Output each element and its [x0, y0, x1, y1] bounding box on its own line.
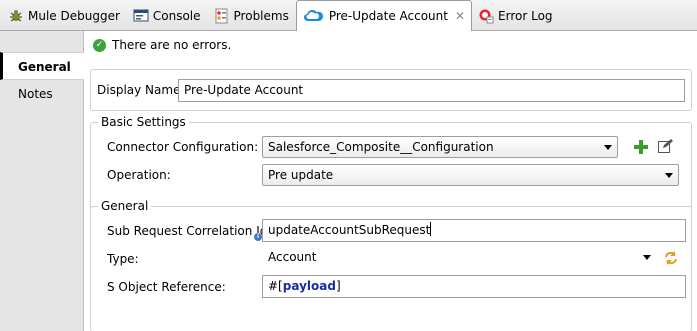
edit-icon[interactable] [657, 138, 673, 154]
section-nav: General Notes [0, 31, 84, 331]
connector-configuration-label: Connector Configuration: [107, 140, 259, 154]
tab-mule-debugger[interactable]: Mule Debugger [2, 1, 127, 31]
basic-settings-title: Basic Settings [98, 115, 189, 129]
chevron-down-icon [604, 145, 612, 150]
general-title: General [98, 199, 152, 213]
connector-configuration-select[interactable]: Salesforce_Composite__Configuration [262, 136, 618, 158]
info-icon: i [254, 233, 262, 241]
expression-suffix: ] [335, 279, 341, 293]
expression-prefix: #[ [268, 279, 283, 293]
console-icon [133, 8, 149, 24]
chevron-down-icon [643, 255, 651, 260]
tab-label: Pre-Update Account [328, 9, 448, 23]
refresh-icon[interactable] [663, 250, 679, 266]
type-label: Type: [107, 252, 139, 266]
type-value: Account [268, 250, 317, 264]
salesforce-cloud-icon [303, 8, 325, 24]
expression-keyword: payload [282, 279, 336, 293]
close-icon[interactable]: ✕ [455, 9, 465, 23]
properties-content: ✓ There are no errors. Display Name: Pre… [85, 31, 697, 331]
operation-select[interactable]: Pre update [262, 164, 679, 186]
sub-request-correlation-id-label: Sub Request Correlation Id: [107, 224, 272, 238]
s-object-reference-input[interactable]: #[payload] [262, 275, 686, 298]
add-icon[interactable] [633, 139, 649, 155]
tab-label: Console [152, 9, 201, 23]
type-select[interactable]: Account [262, 246, 656, 269]
properties-panel: General Notes ✓ There are no errors. Dis… [0, 31, 697, 331]
tab-problems[interactable]: Problems [208, 1, 296, 31]
sub-request-correlation-id-value: updateAccountSubRequest [268, 223, 431, 237]
text-cursor [430, 222, 432, 236]
display-name-input[interactable]: Pre-Update Account [178, 79, 685, 102]
tab-console[interactable]: Console [127, 1, 208, 31]
error-log-icon [478, 8, 494, 24]
check-circle-icon: ✓ [93, 38, 106, 52]
s-object-reference-label: S Object Reference: [107, 280, 226, 294]
tab-label: Mule Debugger [28, 9, 120, 23]
operation-value: Pre update [268, 168, 334, 182]
tab-error-log[interactable]: Error Log [472, 1, 560, 31]
status-text: There are no errors. [112, 38, 232, 52]
editor-tab-bar: Mule Debugger Console Problems Pre-Updat… [0, 0, 697, 31]
display-name-section: Display Name: Pre-Update Account [90, 69, 692, 111]
tab-pre-update-account[interactable]: Pre-Update Account ✕ [295, 0, 473, 31]
connector-configuration-value: Salesforce_Composite__Configuration [268, 140, 494, 154]
display-name-label: Display Name: [97, 83, 185, 97]
problems-icon [214, 8, 230, 24]
sub-request-correlation-id-input[interactable]: updateAccountSubRequest [262, 219, 686, 242]
validation-status: ✓ There are no errors. [93, 37, 231, 53]
debug-icon [8, 8, 24, 24]
general-group: General Sub Request Correlation Id: i up… [90, 199, 692, 331]
nav-item-general[interactable]: General [0, 52, 84, 80]
nav-item-notes[interactable]: Notes [0, 80, 83, 108]
tab-label: Problems [233, 9, 289, 23]
chevron-down-icon [665, 173, 673, 178]
operation-label: Operation: [107, 168, 171, 182]
tab-label: Error Log [498, 9, 553, 23]
